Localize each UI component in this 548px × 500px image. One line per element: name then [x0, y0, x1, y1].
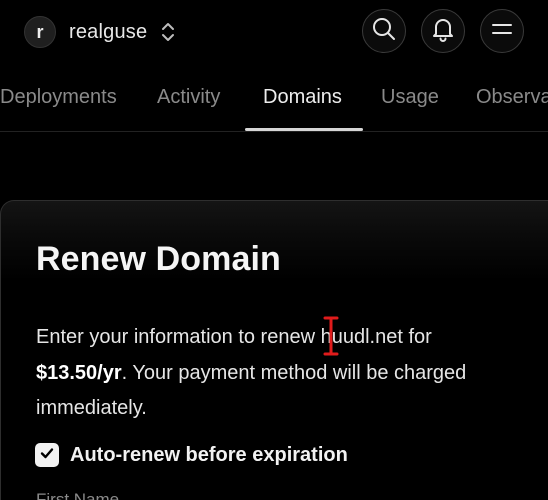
team-avatar: r [24, 16, 56, 48]
menu-button[interactable] [480, 9, 524, 53]
first-name-label: First Name [36, 490, 120, 500]
auto-renew-checkbox-row[interactable]: Auto-renew before expiration [35, 442, 348, 468]
top-header: r realguse [0, 0, 548, 64]
dialog-description: Enter your information to renew huudl.ne… [36, 320, 516, 427]
tab-domains[interactable]: Domains [263, 86, 342, 109]
description-prefix: Enter your information to renew [36, 326, 321, 348]
tab-deployments[interactable]: Deployments [0, 86, 117, 109]
page: r realguse Deployments Activity Domains … [0, 0, 548, 500]
tab-observability[interactable]: Observa [476, 86, 548, 109]
menu-icon [490, 17, 514, 46]
team-switcher[interactable]: r realguse [24, 12, 175, 52]
search-icon [371, 16, 397, 47]
checkmark-icon [39, 445, 55, 466]
tab-usage[interactable]: Usage [381, 86, 439, 109]
price: $13.50/yr [36, 361, 122, 384]
tab-activity[interactable]: Activity [157, 86, 220, 109]
team-name: realguse [69, 20, 148, 43]
nav-tabs: Deployments Activity Domains Usage Obser… [0, 64, 548, 132]
search-button[interactable] [362, 9, 406, 53]
chevron-up-down-icon [161, 22, 175, 42]
description-mid: for [402, 326, 432, 348]
auto-renew-checkbox[interactable] [35, 443, 59, 467]
text-cursor-icon [322, 316, 340, 356]
auto-renew-label: Auto-renew before expiration [70, 443, 348, 466]
notifications-button[interactable] [421, 9, 465, 53]
active-tab-indicator [245, 128, 363, 131]
dialog-title: Renew Domain [36, 240, 281, 278]
bell-icon [431, 16, 455, 47]
